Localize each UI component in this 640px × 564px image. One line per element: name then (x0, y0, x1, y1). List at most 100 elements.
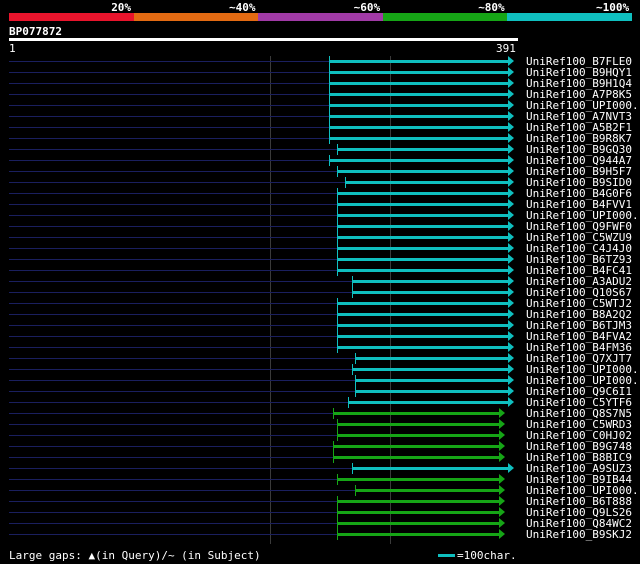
hit-alignment-bar[interactable] (328, 60, 509, 63)
hit-alignment-bar[interactable] (337, 522, 500, 525)
unaligned-region-line (9, 457, 334, 458)
hit-alignment-bar[interactable] (337, 434, 500, 437)
hit-alignment-panel: UniRef100_B7FLE0 UniRef100_B9HQY1 UniRef10… (0, 55, 640, 544)
hit-direction-arrow-icon (499, 518, 505, 528)
hit-alignment-bar[interactable] (344, 181, 509, 184)
hit-name-link[interactable]: UniRef100_B9SKJ2 (526, 528, 632, 541)
hit-direction-arrow-icon (508, 243, 514, 253)
unaligned-region-line (9, 336, 338, 337)
unaligned-region-line (9, 160, 329, 161)
hit-direction-arrow-icon (499, 485, 505, 495)
unaligned-region-line (9, 347, 338, 348)
hit-direction-arrow-icon (508, 309, 514, 319)
scale-bar (438, 554, 455, 557)
hit-alignment-bar[interactable] (333, 456, 500, 459)
hit-alignment-bar[interactable] (337, 500, 500, 503)
hit-alignment-bar[interactable] (351, 368, 509, 371)
hit-direction-arrow-icon (508, 199, 514, 209)
hit-alignment-bar[interactable] (328, 71, 509, 74)
hit-alignment-bar[interactable] (328, 82, 509, 85)
unaligned-region-line (9, 490, 355, 491)
hit-alignment-bar[interactable] (351, 467, 509, 470)
hit-alignment-bar[interactable] (337, 148, 509, 151)
hit-alignment-bar[interactable] (354, 357, 509, 360)
hit-row: UniRef100_B9SKJ2 (0, 528, 640, 541)
hit-alignment-bar[interactable] (328, 115, 509, 118)
legend-color-segment (9, 13, 134, 21)
hit-direction-arrow-icon (508, 320, 514, 330)
unaligned-region-line (9, 369, 352, 370)
hit-alignment-bar[interactable] (337, 236, 509, 239)
unaligned-region-line (9, 303, 338, 304)
hit-direction-arrow-icon (499, 474, 505, 484)
hit-alignment-bar[interactable] (333, 445, 500, 448)
legend-color-segment (258, 13, 383, 21)
unaligned-region-line (9, 314, 338, 315)
unaligned-region-line (9, 226, 338, 227)
hit-alignment-bar[interactable] (337, 192, 509, 195)
unaligned-region-line (9, 424, 338, 425)
unaligned-region-line (9, 479, 338, 480)
hit-alignment-bar[interactable] (337, 247, 509, 250)
hit-direction-arrow-icon (499, 441, 505, 451)
legend-percent-label: 20% (111, 1, 132, 14)
hit-alignment-bar[interactable] (337, 214, 509, 217)
ruler-start-label: 1 (9, 42, 16, 55)
hit-alignment-bar[interactable] (328, 126, 509, 129)
hit-alignment-bar[interactable] (337, 269, 509, 272)
legend-percent-label: ~100% (596, 1, 630, 14)
unaligned-region-line (9, 248, 338, 249)
hit-direction-arrow-icon (499, 529, 505, 539)
hit-direction-arrow-icon (508, 353, 514, 363)
hit-alignment-bar[interactable] (337, 313, 509, 316)
hit-alignment-bar[interactable] (328, 93, 509, 96)
hit-direction-arrow-icon (499, 430, 505, 440)
unaligned-region-line (9, 534, 338, 535)
unaligned-region-line (9, 215, 338, 216)
legend-percent-label: ~40% (229, 1, 256, 14)
scale-label: =100char. (457, 549, 517, 562)
hit-alignment-bar[interactable] (333, 412, 500, 415)
hit-alignment-bar[interactable] (337, 324, 509, 327)
query-title: BP077872 (9, 25, 62, 38)
hit-alignment-bar[interactable] (348, 401, 509, 404)
hit-alignment-bar[interactable] (354, 379, 509, 382)
hit-alignment-bar[interactable] (337, 478, 500, 481)
hit-alignment-bar[interactable] (351, 291, 509, 294)
hit-direction-arrow-icon (508, 331, 514, 341)
hit-direction-arrow-icon (499, 452, 505, 462)
hit-alignment-bar[interactable] (337, 533, 500, 536)
hit-alignment-bar[interactable] (337, 203, 509, 206)
hit-direction-arrow-icon (508, 210, 514, 220)
hit-direction-arrow-icon (508, 298, 514, 308)
hit-alignment-bar[interactable] (337, 258, 509, 261)
identity-legend: 20% ~40% ~60% ~80% ~100% (0, 0, 640, 22)
hit-direction-arrow-icon (508, 254, 514, 264)
hit-direction-arrow-icon (508, 397, 514, 407)
hit-alignment-bar[interactable] (328, 137, 509, 140)
hit-alignment-bar[interactable] (337, 511, 500, 514)
unaligned-region-line (9, 105, 329, 106)
hit-direction-arrow-icon (508, 287, 514, 297)
hit-alignment-bar[interactable] (354, 390, 509, 393)
unaligned-region-line (9, 292, 352, 293)
hit-alignment-bar[interactable] (337, 225, 509, 228)
hit-alignment-bar[interactable] (337, 423, 500, 426)
hit-alignment-bar[interactable] (328, 104, 509, 107)
hit-alignment-bar[interactable] (337, 335, 509, 338)
hit-alignment-bar[interactable] (328, 159, 509, 162)
hit-direction-arrow-icon (508, 265, 514, 275)
hit-alignment-bar[interactable] (337, 302, 509, 305)
hit-alignment-bar[interactable] (351, 280, 509, 283)
legend-color-segment (507, 13, 632, 21)
hit-alignment-bar[interactable] (354, 489, 500, 492)
hit-direction-arrow-icon (508, 232, 514, 242)
hit-alignment-bar[interactable] (337, 346, 509, 349)
unaligned-region-line (9, 138, 329, 139)
hit-direction-arrow-icon (508, 144, 514, 154)
hit-alignment-bar[interactable] (337, 170, 509, 173)
unaligned-region-line (9, 446, 334, 447)
unaligned-region-line (9, 116, 329, 117)
unaligned-region-line (9, 413, 334, 414)
unaligned-region-line (9, 501, 338, 502)
